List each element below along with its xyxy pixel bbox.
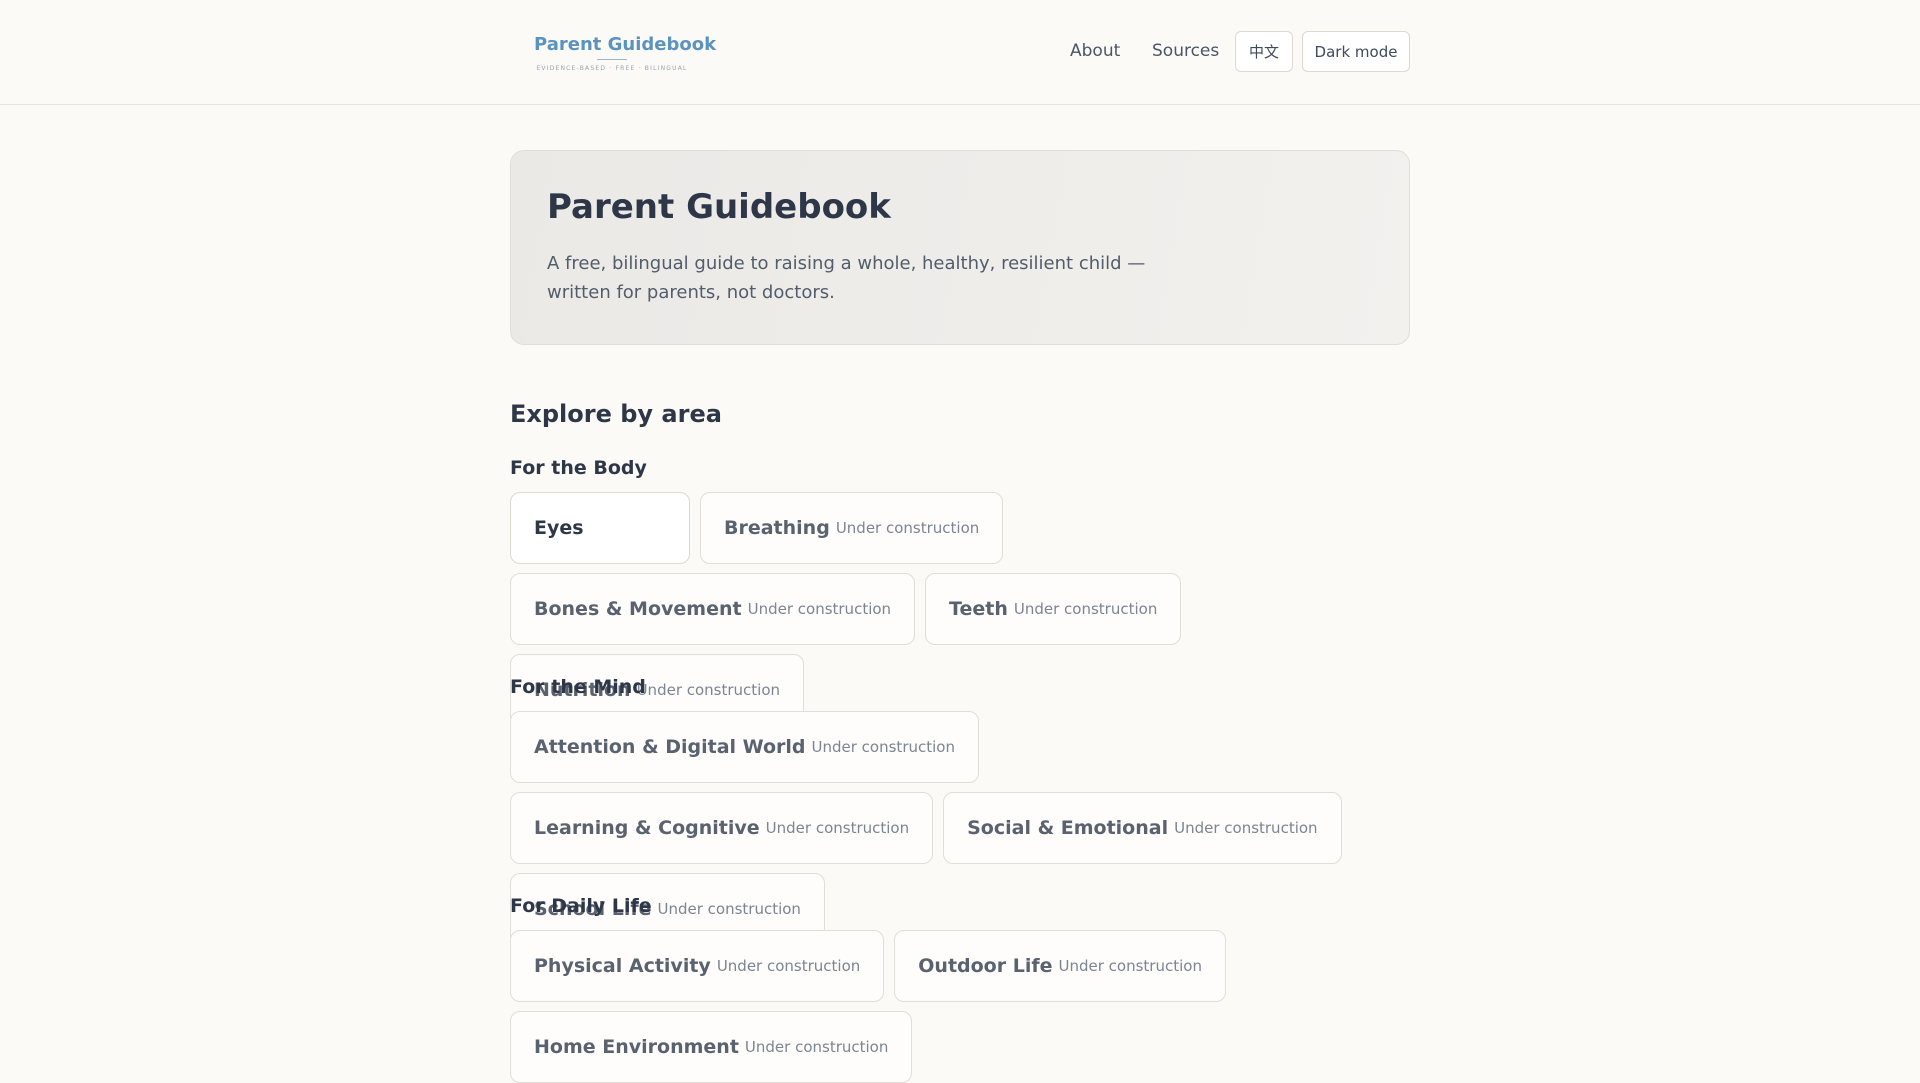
area-card-bones-movement[interactable]: Bones & Movement Under construction <box>510 573 916 645</box>
card-status: Under construction <box>811 738 955 756</box>
area-card-learning-cognitive[interactable]: Learning & Cognitive Under construction <box>510 792 934 864</box>
group-title-daily-life: For Daily Life <box>510 895 652 917</box>
card-status: Under construction <box>1174 819 1318 837</box>
card-status: Under construction <box>765 819 910 837</box>
card-status: Under construction <box>657 900 801 918</box>
nav-about-link[interactable]: About <box>1070 41 1120 61</box>
logo-tagline: EVIDENCE-BASED · FREE · BILINGUAL <box>536 65 688 72</box>
hero-subtitle: A free, bilingual guide to raising a who… <box>547 253 1146 303</box>
card-name: Home Environment <box>534 1036 739 1058</box>
card-status: Under construction <box>636 681 781 699</box>
nav-sources-link[interactable]: Sources <box>1152 41 1219 61</box>
card-status: Under construction <box>835 519 980 537</box>
site-logo[interactable]: Parent Guidebook EVIDENCE-BASED · FREE ·… <box>534 34 717 72</box>
language-toggle-button[interactable]: 中文 <box>1235 31 1293 72</box>
card-name: Attention & Digital World <box>534 736 806 758</box>
card-name: Bones & Movement <box>534 598 742 620</box>
area-card-home-environment[interactable]: Home Environment Under construction <box>510 1011 913 1083</box>
card-name: Outdoor Life <box>918 955 1053 977</box>
area-card-breathing[interactable]: Breathing Under construction <box>700 492 1004 564</box>
area-card-social-emotional[interactable]: Social & Emotional Under construction <box>943 792 1342 864</box>
card-list-daily-life: Physical Activity Under construction Out… <box>510 930 1410 1083</box>
area-card-outdoor-life[interactable]: Outdoor Life Under construction <box>894 930 1226 1002</box>
explore-heading: Explore by area <box>510 400 722 428</box>
group-title-body: For the Body <box>510 457 647 479</box>
dark-mode-button[interactable]: Dark mode <box>1302 31 1410 72</box>
card-status: Under construction <box>744 1038 889 1056</box>
logo-title: Parent Guidebook <box>534 34 717 55</box>
area-card-eyes[interactable]: Eyes <box>510 492 690 564</box>
logo-divider <box>597 59 627 60</box>
area-card-physical-activity[interactable]: Physical Activity Under construction <box>510 930 885 1002</box>
card-status: Under construction <box>747 600 892 618</box>
area-card-teeth[interactable]: Teeth Under construction <box>925 573 1182 645</box>
card-name: Teeth <box>949 598 1008 620</box>
card-name: Physical Activity <box>534 955 711 977</box>
card-name: Eyes <box>534 517 584 539</box>
card-name: Learning & Cognitive <box>534 817 760 839</box>
hero-banner: Parent Guidebook A free, bilingual guide… <box>510 150 1410 345</box>
site-header: Parent Guidebook EVIDENCE-BASED · FREE ·… <box>0 0 1920 105</box>
card-status: Under construction <box>1013 600 1158 618</box>
hero-title: Parent Guidebook <box>547 187 891 227</box>
group-title-mind: For the Mind <box>510 676 646 698</box>
card-name: Social & Emotional <box>967 817 1169 839</box>
card-status: Under construction <box>1058 957 1202 975</box>
card-name: Breathing <box>724 517 830 539</box>
card-status: Under construction <box>716 957 861 975</box>
area-card-attention-digital[interactable]: Attention & Digital World Under construc… <box>510 711 979 783</box>
